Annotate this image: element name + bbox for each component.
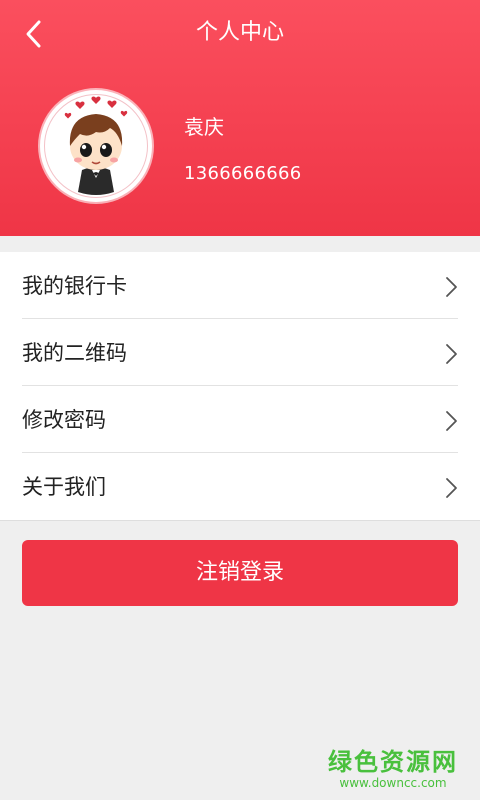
- avatar[interactable]: [40, 90, 152, 202]
- chevron-right-icon: [446, 478, 457, 498]
- chevron-right-icon: [446, 277, 457, 297]
- cartoon-avatar-icon: [64, 96, 128, 195]
- page-title: 个人中心: [195, 20, 284, 45]
- user-name: 袁庆: [184, 115, 224, 139]
- watermark: 绿色资源网 www.downcc.com: [328, 748, 458, 790]
- menu-item-qr-code[interactable]: 我的二维码: [0, 319, 480, 386]
- menu-item-label: 关于我们: [22, 475, 106, 499]
- menu-item-bank-card[interactable]: 我的银行卡: [0, 252, 480, 319]
- menu-item-about-us[interactable]: 关于我们: [0, 453, 480, 520]
- user-phone: 1366666666: [184, 163, 302, 184]
- watermark-url: www.downcc.com: [339, 776, 447, 790]
- menu-item-label: 我的银行卡: [22, 274, 127, 298]
- menu-item-label: 修改密码: [22, 408, 106, 432]
- menu-list: 我的银行卡 我的二维码 修改密码 关于我们: [0, 252, 480, 521]
- watermark-title: 绿色资源网: [328, 748, 458, 776]
- menu-item-change-password[interactable]: 修改密码: [0, 386, 480, 453]
- chevron-right-icon: [446, 344, 457, 364]
- chevron-right-icon: [446, 411, 457, 431]
- menu-item-label: 我的二维码: [22, 341, 127, 365]
- logout-button[interactable]: 注销登录: [22, 540, 458, 606]
- header-bar: 个人中心 袁庆 1366666666: [0, 0, 480, 236]
